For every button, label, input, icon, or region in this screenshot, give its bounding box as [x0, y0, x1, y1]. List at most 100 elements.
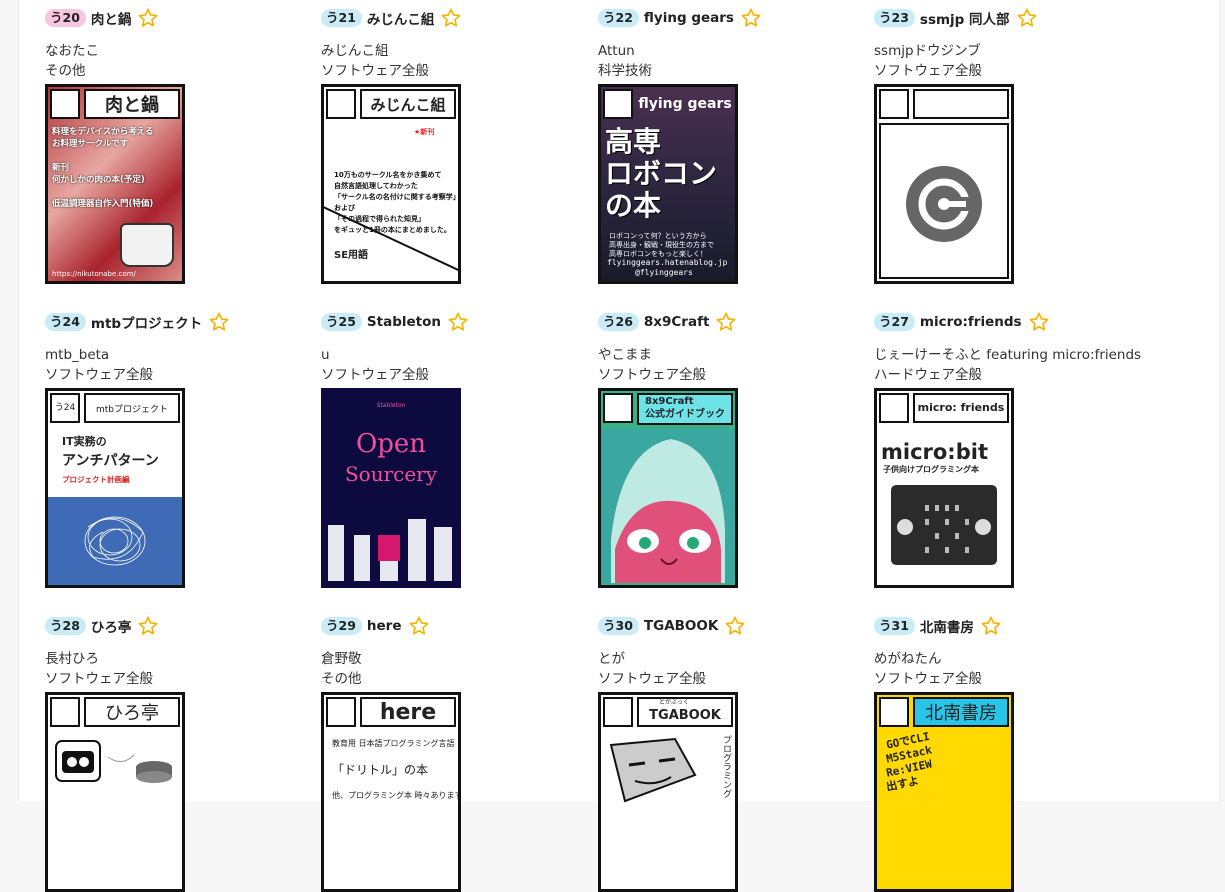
- circle-cut-image[interactable]: う24 mtbプロジェクト IT実務の アンチパターン プロジェクト計画編: [45, 388, 185, 588]
- star-outline-icon[interactable]: [980, 615, 1002, 637]
- star-outline-icon[interactable]: [440, 7, 462, 29]
- circle-genre: ハードウェア全般: [874, 367, 982, 383]
- star-outline-icon[interactable]: [137, 7, 159, 29]
- circle-cut-image[interactable]: ひろ亭: [45, 692, 185, 892]
- cut-url: https://nikutonabe.com/: [52, 270, 136, 278]
- space-badge: う30: [598, 617, 639, 635]
- circle-name[interactable]: mtbプロジェクト: [91, 312, 202, 332]
- cut-title: mtbプロジェクト: [84, 393, 180, 423]
- circle-list-panel: う20 肉と鍋なおたこその他肉と鍋 料理をデバイスから考える お料理サークルです 新刊何…: [18, 0, 1220, 892]
- circle-name[interactable]: TGABOOK: [644, 618, 718, 634]
- circle-card: う30 TGABOOK とが ソフトウェア全般 TGABOOK とがぶっく プログラミング: [598, 616, 858, 892]
- circle-cut-image[interactable]: 8x9Craft 公式ガイドブック: [598, 388, 738, 588]
- circle-header: う20 肉と鍋: [45, 8, 305, 28]
- circle-author: 倉野敬: [321, 651, 362, 667]
- circle-cut-image[interactable]: Stableton Open Sourcery: [321, 388, 461, 588]
- circle-card: う24 mtbプロジェクト mtb_beta ソフトウェア全般 う24 mtbプロジェクト…: [45, 312, 305, 588]
- circle-name[interactable]: flying gears: [644, 10, 734, 26]
- circle-name[interactable]: 肉と鍋: [91, 8, 132, 28]
- cut-checkbox: [326, 89, 356, 119]
- cover-illustration: [48, 497, 182, 585]
- cut-title: flying gears: [638, 96, 732, 112]
- circle-author: mtb_beta: [45, 347, 110, 363]
- star-outline-icon[interactable]: [740, 7, 762, 29]
- circle-name[interactable]: みじんこ組: [367, 8, 435, 28]
- cut-heading: IT実務の: [62, 435, 107, 448]
- circle-header: う30 TGABOOK: [598, 616, 858, 636]
- cut-heading: アンチパターン: [62, 453, 159, 469]
- space-badge: う21: [321, 9, 362, 27]
- character-illustration: [601, 429, 735, 585]
- cut-checkbox: [879, 89, 909, 119]
- cut-corner-label: う24: [50, 393, 80, 423]
- cut-title: みじんこ組: [360, 89, 456, 119]
- circle-cut-image[interactable]: TGABOOK とがぶっく プログラミング: [598, 692, 738, 892]
- circle-header: う24 mtbプロジェクト: [45, 312, 305, 332]
- circle-header: う22 flying gears: [598, 8, 858, 28]
- circle-author: じぇーけーそふと featuring micro:friends: [874, 347, 1142, 363]
- star-outline-icon[interactable]: [724, 615, 746, 637]
- cut-text: 教育用 日本語プログラミング言語: [332, 739, 455, 748]
- space-badge: う24: [45, 313, 86, 331]
- cut-checkbox: [50, 697, 80, 727]
- circle-genre: ソフトウェア全般: [321, 63, 429, 79]
- circle-cut-image[interactable]: みじんこ組 ★新刊 10万ものサークル名をかき集めて 自然言語処理してわかった 「サーク…: [321, 84, 461, 284]
- star-outline-icon[interactable]: [208, 311, 230, 333]
- circle-genre: 科学技術: [598, 63, 652, 79]
- cut-text: SE用語: [334, 250, 369, 261]
- circle-genre: その他: [45, 63, 86, 79]
- circle-cut-image[interactable]: micro: friends micro:bit 子供向けプログラミング本: [874, 388, 1014, 588]
- cut-text: 新刊: [52, 163, 70, 173]
- circle-header: う29 here: [321, 616, 581, 636]
- circle-name[interactable]: ssmjp 同人部: [920, 8, 1010, 28]
- space-badge: う26: [598, 313, 639, 331]
- circle-cut-image[interactable]: [874, 84, 1014, 284]
- cut-checkbox: [603, 697, 633, 727]
- cut-title: micro: friends: [913, 393, 1009, 423]
- circle-name[interactable]: Stableton: [367, 314, 441, 330]
- cut-text: お料理サークルです: [52, 139, 129, 149]
- circle-genre: ソフトウェア全般: [45, 367, 153, 383]
- cut-title-box: 8x9Craft 公式ガイドブック: [637, 393, 733, 425]
- circle-author: 長村ひろ: [45, 651, 99, 667]
- circle-cut-image[interactable]: 肉と鍋 料理をデバイスから考える お料理サークルです 新刊 何かしかの肉の本(予定) 低温…: [45, 84, 185, 284]
- circle-name[interactable]: 北南書房: [920, 616, 974, 636]
- circle-name[interactable]: micro:friends: [920, 314, 1022, 330]
- cut-title: here: [360, 697, 456, 727]
- circle-cut-image[interactable]: 北南書房 GOでCLI M5Stack Re:VIEW 出すよ: [874, 692, 1014, 892]
- circle-author: なおたこ: [45, 43, 99, 59]
- cut-text: 10万ものサークル名をかき集めて: [334, 171, 442, 179]
- space-badge: う25: [321, 313, 362, 331]
- star-outline-icon[interactable]: [1028, 311, 1050, 333]
- robot-illustration: [52, 737, 178, 797]
- star-outline-icon[interactable]: [137, 615, 159, 637]
- star-outline-icon[interactable]: [715, 311, 737, 333]
- circle-author: ssmjpドウジンブ: [874, 43, 981, 59]
- star-outline-icon[interactable]: [1016, 7, 1038, 29]
- microbit-illustration: [887, 483, 1001, 567]
- cut-big-text: 高専: [605, 125, 662, 158]
- cut-title: 北南書房: [913, 697, 1009, 727]
- cut-checkbox: [50, 89, 80, 119]
- circle-genre: ソフトウェア全般: [598, 367, 706, 383]
- circle-cut-image[interactable]: flying gears 高専 ロボコン の本 ロボコンって何？という方から 高専出身・観…: [598, 84, 738, 284]
- circle-author: u: [321, 347, 330, 363]
- circle-header: う27 micro:friends: [874, 312, 1134, 332]
- circle-name[interactable]: 8x9Craft: [644, 314, 710, 330]
- star-outline-icon[interactable]: [408, 615, 430, 637]
- circle-name[interactable]: ひろ亭: [91, 616, 132, 636]
- cut-title: 8x9Craft: [645, 396, 694, 407]
- star-outline-icon[interactable]: [447, 311, 469, 333]
- cut-subheading: とがぶっく: [659, 699, 690, 706]
- cut-title-box: [913, 89, 1009, 119]
- space-badge: う23: [874, 9, 915, 27]
- circle-card: う31 北南書房 めがねたん ソフトウェア全般 北南書房 GOでCLI M5Stack Re:…: [874, 616, 1134, 892]
- circle-name[interactable]: here: [367, 618, 402, 634]
- circle-genre: ソフトウェア全般: [321, 367, 429, 383]
- circle-author: やこまま: [598, 347, 652, 363]
- cut-title: 肉と鍋: [84, 89, 180, 119]
- circle-cut-image[interactable]: here 教育用 日本語プログラミング言語 「ドリトル」の本 他、プログラミング本 時…: [321, 692, 461, 892]
- cut-checkbox: [879, 697, 909, 727]
- cut-title: ひろ亭: [84, 697, 180, 727]
- circle-author: Attun: [598, 43, 635, 59]
